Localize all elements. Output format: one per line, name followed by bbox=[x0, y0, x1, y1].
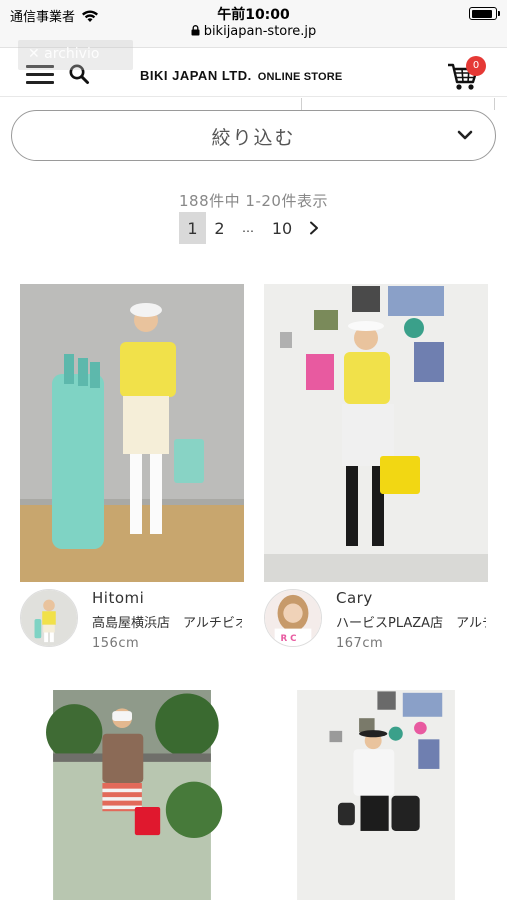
brand-subtitle: ONLINE STORE bbox=[257, 71, 343, 83]
url-text: bikijapan-store.jp bbox=[203, 24, 317, 39]
menu-icon-bar bbox=[26, 73, 54, 76]
outfit-photo[interactable] bbox=[264, 690, 488, 900]
divider-tick bbox=[301, 98, 302, 110]
filter-toggle-button[interactable]: 絞り込む bbox=[11, 110, 496, 161]
staff-height: 156cm bbox=[92, 636, 140, 651]
staff-store: 高島屋横浜店 アルチビオ bbox=[92, 616, 242, 631]
staff-name[interactable]: Hitomi bbox=[92, 589, 144, 607]
cart-count-badge: 0 bbox=[466, 56, 486, 76]
staff-info: R C Cary ハービスPLAZA店 アルチビオ 167cm bbox=[264, 589, 488, 651]
overlay-tag: ✕ archivio bbox=[18, 40, 133, 70]
chevron-right-icon bbox=[310, 221, 318, 235]
brand-name: BIKI JAPAN LTD. bbox=[140, 68, 252, 83]
lock-icon bbox=[191, 25, 200, 36]
result-summary: 188件中 1-20件表示 bbox=[179, 192, 328, 210]
next-page-button[interactable] bbox=[301, 212, 327, 244]
outfit-photo[interactable] bbox=[20, 284, 244, 582]
staff-name[interactable]: Cary bbox=[336, 589, 373, 607]
pagination: 1 2 … 10 bbox=[179, 212, 327, 244]
staff-height: 167cm bbox=[336, 636, 384, 651]
chevron-down-icon bbox=[457, 130, 473, 140]
staff-info: Hitomi 高島屋横浜店 アルチビオ 156cm bbox=[20, 589, 244, 651]
clock: 午前10:00 bbox=[217, 7, 290, 23]
avatar[interactable] bbox=[20, 589, 78, 647]
cart-button[interactable]: 0 bbox=[446, 56, 486, 92]
outfit-photo[interactable] bbox=[264, 284, 488, 582]
address-bar[interactable]: bikijapan-store.jp bbox=[0, 24, 507, 39]
outfit-photo[interactable] bbox=[20, 690, 244, 900]
menu-icon-bar bbox=[26, 81, 54, 84]
divider-tick bbox=[494, 98, 495, 110]
header-divider bbox=[0, 96, 507, 97]
brand-logo[interactable]: BIKI JAPAN LTD. ONLINE STORE bbox=[140, 68, 342, 83]
avatar[interactable]: R C bbox=[264, 589, 322, 647]
staff-store: ハービスPLAZA店 アルチビオ bbox=[336, 616, 486, 631]
page-ellipsis: … bbox=[242, 221, 254, 235]
battery-icon bbox=[469, 7, 500, 20]
svg-text:R C: R C bbox=[280, 634, 296, 644]
page-10-link[interactable]: 10 bbox=[263, 212, 301, 244]
battery-level bbox=[471, 9, 493, 18]
page-2-link[interactable]: 2 bbox=[206, 212, 233, 244]
filter-label: 絞り込む bbox=[211, 127, 296, 149]
page-1-link[interactable]: 1 bbox=[179, 212, 206, 244]
